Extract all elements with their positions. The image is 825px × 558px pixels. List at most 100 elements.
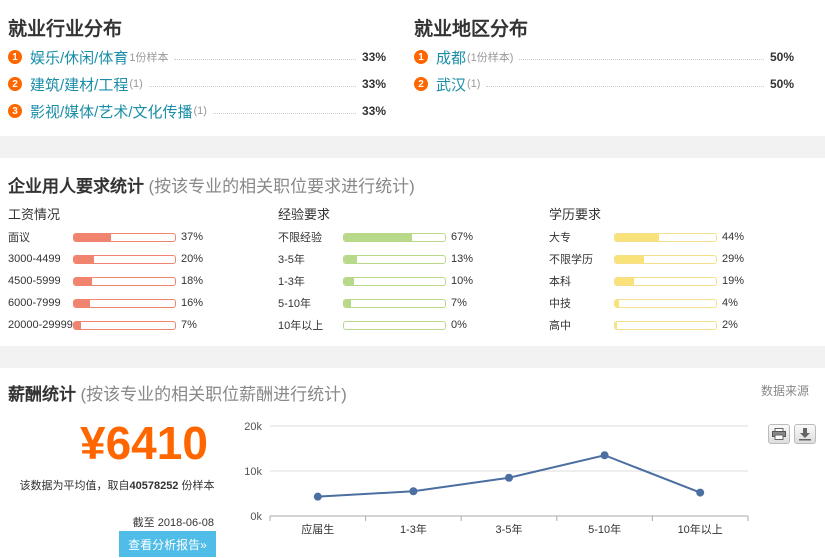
print-button[interactable] xyxy=(768,424,790,444)
percentage: 33% xyxy=(361,50,386,64)
requirement-percent: 18% xyxy=(181,275,204,287)
requirement-percent: 7% xyxy=(451,297,467,309)
requirement-label: 5-10年 xyxy=(278,298,312,310)
requirements-heading: 企业用人要求统计 (按该专业的相关职位要求进行统计) xyxy=(8,172,415,197)
requirement-percent: 20% xyxy=(181,253,204,265)
x-tick-label: 5-10年 xyxy=(588,522,621,536)
requirement-percent: 67% xyxy=(451,231,474,243)
industry-name-link[interactable]: 影视/媒体/艺术/文化传播 xyxy=(30,101,193,122)
requirement-percent: 29% xyxy=(722,253,745,265)
progress-fill xyxy=(74,233,112,241)
region-item[interactable]: 2 武汉 (1) 50% xyxy=(414,73,794,95)
leader-dots xyxy=(212,112,356,114)
requirement-percent: 7% xyxy=(181,319,197,331)
percentage: 33% xyxy=(361,104,386,118)
salary-line-chart: 0k 10k 20k 应届生 1-3年 3-5年 5-10年 10年以上 xyxy=(244,421,749,536)
progress-fill xyxy=(615,277,635,285)
progress-fill xyxy=(74,299,91,307)
industry-item[interactable]: 3 影视/媒体/艺术/文化传播 (1) 33% xyxy=(8,100,386,122)
industry-name-link[interactable]: 建筑/建材/工程 xyxy=(30,74,128,95)
industry-item[interactable]: 2 建筑/建材/工程 (1) 33% xyxy=(8,73,386,95)
salary-title: 薪酬统计 xyxy=(8,385,76,404)
download-button[interactable] xyxy=(794,424,816,444)
region-item[interactable]: 1 成都 (1份样本) 50% xyxy=(414,46,794,68)
requirement-group: 工资情况面议 37% 3000-4499 20% 4500-5999 18% 6000-79… xyxy=(8,204,203,336)
rank-badge: 2 xyxy=(414,77,428,91)
requirement-label: 高中 xyxy=(549,320,571,332)
requirement-percent: 2% xyxy=(722,319,738,331)
requirement-row: 10年以上 0% xyxy=(278,314,473,336)
requirement-label: 面议 xyxy=(8,232,30,244)
requirement-group-title: 工资情况 xyxy=(8,207,61,222)
data-point xyxy=(696,488,705,497)
data-source-link[interactable]: 数据来源 xyxy=(761,382,809,399)
requirements-subtitle: (按该专业的相关职位要求进行统计) xyxy=(148,177,415,196)
industry-item[interactable]: 1 娱乐/休闲/体育 1份样本 33% xyxy=(8,46,386,68)
requirement-percent: 0% xyxy=(451,319,467,331)
leader-dots xyxy=(486,85,764,87)
progress-bar xyxy=(73,232,176,242)
x-tick-label: 3-5年 xyxy=(496,522,523,536)
progress-bar xyxy=(73,298,176,308)
requirement-row: 5-10年 7% xyxy=(278,292,473,314)
progress-fill xyxy=(74,277,93,285)
salary-panel: 薪酬统计 (按该专业的相关职位薪酬进行统计) 数据来源 ¥6410 该数据为平均… xyxy=(0,368,825,558)
average-note: 该数据为平均值，取自40578252 份样本 xyxy=(8,478,226,495)
progress-bar xyxy=(614,298,717,308)
data-point xyxy=(313,492,322,501)
region-name-link[interactable]: 成都 xyxy=(436,47,466,68)
region-name-link[interactable]: 武汉 xyxy=(436,74,466,95)
requirement-row: 1-3年 10% xyxy=(278,270,473,292)
progress-bar xyxy=(614,254,717,264)
requirement-group-title: 学历要求 xyxy=(549,207,602,222)
sample-count: 1份样本 xyxy=(129,52,169,64)
requirement-percent: 10% xyxy=(451,275,474,287)
salary-subtitle: (按该专业的相关职位薪酬进行统计) xyxy=(80,385,347,404)
rank-badge: 3 xyxy=(8,104,22,118)
salary-heading: 薪酬统计 (按该专业的相关职位薪酬进行统计) xyxy=(8,380,347,405)
progress-fill xyxy=(615,255,645,263)
percentage: 50% xyxy=(769,77,794,91)
sample-count: (1) xyxy=(193,105,207,117)
requirement-percent: 4% xyxy=(722,297,738,309)
progress-bar xyxy=(614,276,717,286)
requirement-label: 6000-7999 xyxy=(8,297,61,309)
progress-bar xyxy=(343,232,446,242)
requirement-row: 4500-5999 18% xyxy=(8,270,203,292)
rank-badge: 2 xyxy=(8,77,22,91)
sample-count: 40578252 xyxy=(129,480,179,492)
requirement-percent: 44% xyxy=(722,231,745,243)
download-icon xyxy=(799,428,811,441)
progress-fill xyxy=(615,321,618,329)
requirement-label: 1-3年 xyxy=(278,276,305,288)
percentage: 50% xyxy=(769,50,794,64)
note-prefix: 该数据为平均值，取自 xyxy=(19,480,130,492)
requirement-label: 3000-4499 xyxy=(8,253,61,265)
progress-fill xyxy=(344,299,352,307)
x-tick-label: 1-3年 xyxy=(400,522,427,536)
y-tick-label: 0k xyxy=(250,511,262,523)
rank-badge: 1 xyxy=(414,50,428,64)
progress-fill xyxy=(74,321,82,329)
x-tick-label: 10年以上 xyxy=(678,522,723,536)
sample-count: (1) xyxy=(467,78,481,90)
requirement-label: 不限经验 xyxy=(278,232,322,244)
requirement-label: 4500-5999 xyxy=(8,275,61,287)
progress-bar xyxy=(343,276,446,286)
y-tick-label: 10k xyxy=(244,466,262,478)
requirement-percent: 16% xyxy=(181,297,204,309)
note-suffix: 份样本 xyxy=(181,480,215,492)
requirement-percent: 37% xyxy=(181,231,204,243)
requirement-label: 不限学历 xyxy=(549,254,593,266)
progress-fill xyxy=(344,255,358,263)
x-tick-label: 应届生 xyxy=(301,522,334,536)
requirement-row: 20000-29999 7% xyxy=(8,314,203,336)
requirement-label: 10年以上 xyxy=(278,320,324,332)
industry-name-link[interactable]: 娱乐/休闲/体育 xyxy=(30,47,128,68)
requirement-row: 本科 19% xyxy=(549,270,744,292)
y-tick-label: 20k xyxy=(244,421,262,433)
requirements-panel: 企业用人要求统计 (按该专业的相关职位要求进行统计) 工资情况面议 37% 3000… xyxy=(0,158,825,346)
view-report-button[interactable]: 查看分析报告» xyxy=(119,531,216,557)
progress-bar xyxy=(73,320,176,330)
progress-bar xyxy=(343,320,446,330)
